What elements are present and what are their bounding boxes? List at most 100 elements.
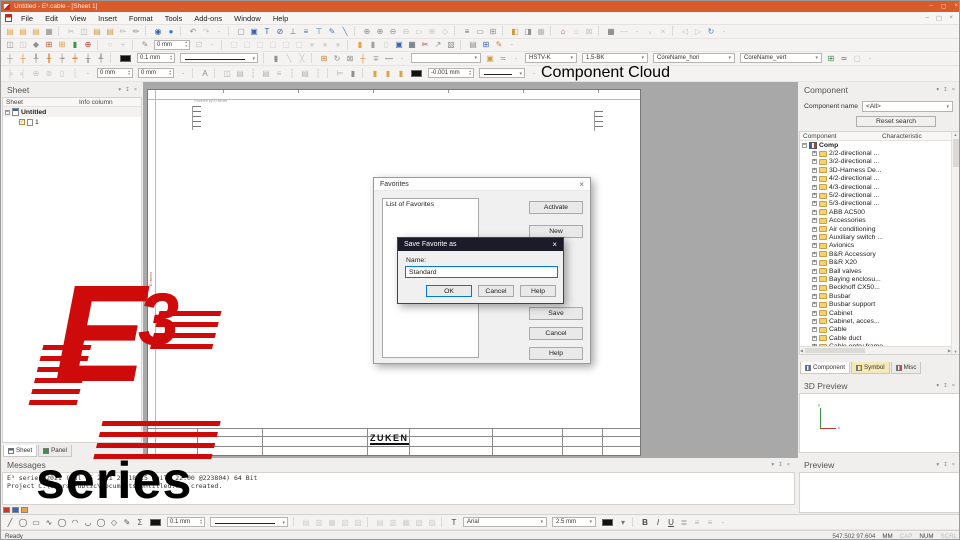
select-icon[interactable]: ▢: [235, 26, 247, 37]
box-dim-icon[interactable]: ▢: [851, 53, 863, 64]
line-style2-select[interactable]: [479, 68, 525, 78]
draw-polyline-icon[interactable]: Σ: [134, 517, 146, 528]
component-tree-item[interactable]: + Cable duct: [800, 334, 951, 342]
wire-type-select[interactable]: HSTV-K: [525, 53, 577, 64]
component-tree-item[interactable]: + Ball valves: [800, 267, 951, 275]
color-yellow-icon[interactable]: ▮: [354, 39, 366, 50]
table-icon[interactable]: ▦: [605, 26, 617, 37]
scroll-thumb[interactable]: [805, 348, 866, 353]
panel-control-icon[interactable]: ↧: [125, 87, 130, 93]
component-tree-item[interactable]: + Cabinet: [800, 309, 951, 317]
expander-icon[interactable]: +: [812, 268, 817, 274]
color-blue-icon[interactable]: ▣: [393, 39, 405, 50]
apply-icon[interactable]: ⊡: [193, 39, 205, 50]
grid-orange-icon[interactable]: ⊞: [318, 53, 330, 64]
component-tree-item[interactable]: + 5/2-directional ...: [800, 191, 951, 199]
dim-dot-a-icon[interactable]: ●: [306, 39, 318, 50]
subscript-icon[interactable]: ₓ: [644, 26, 656, 37]
expander-icon[interactable]: +: [812, 310, 817, 316]
distribute-icon[interactable]: ⊚: [43, 68, 55, 79]
expander-icon[interactable]: −: [5, 109, 10, 115]
line-color-swatch[interactable]: [120, 54, 131, 62]
toolbar-item[interactable]: [598, 26, 602, 37]
expander-icon[interactable]: +: [812, 234, 817, 240]
dim-c-icon[interactable]: ▦: [326, 517, 338, 528]
column-info[interactable]: Info column: [79, 99, 113, 106]
text-tool-icon[interactable]: T: [261, 26, 273, 37]
expander-icon[interactable]: +: [812, 302, 817, 308]
connect-g-icon[interactable]: ╁: [82, 53, 94, 64]
draw-line-icon[interactable]: ╱: [4, 517, 16, 528]
panel-control-icon[interactable]: ×: [952, 383, 955, 389]
connect-a-icon[interactable]: ┼: [4, 53, 16, 64]
component-tree-item[interactable]: + Busbar support: [800, 300, 951, 308]
mdi-control-button[interactable]: ×: [949, 14, 953, 22]
menu-item[interactable]: Insert: [92, 14, 123, 23]
panel-tab[interactable]: Panel: [38, 445, 72, 457]
status-toggle[interactable]: SCRL: [940, 533, 957, 540]
toolbar-item[interactable]: [58, 26, 62, 37]
empty-style-select[interactable]: [411, 53, 481, 64]
menu-item[interactable]: Edit: [39, 14, 64, 23]
dim-b-icon[interactable]: ▥: [313, 517, 325, 528]
menu-item[interactable]: View: [64, 14, 92, 23]
align-right-icon[interactable]: ╡: [17, 68, 29, 79]
toolbar-item[interactable]: [228, 26, 232, 37]
component-tree-item[interactable]: + Beckhoff CX50...: [800, 284, 951, 292]
menu-item[interactable]: Help: [267, 14, 294, 23]
component-tree-item[interactable]: + 3D-Harness De...: [800, 166, 951, 174]
zoom-prev-icon[interactable]: ⊖: [400, 26, 412, 37]
pair-b-icon[interactable]: ▤: [234, 68, 246, 79]
dim-f-icon[interactable]: ▤: [374, 517, 386, 528]
font-size-select[interactable]: 2.5 mm: [552, 517, 596, 527]
undo-icon[interactable]: ↶: [187, 26, 199, 37]
dot4-icon[interactable]: ·: [506, 39, 518, 50]
connector-symbol[interactable]: [192, 106, 201, 130]
reset-search-button[interactable]: Reset search: [856, 116, 936, 127]
zoom-in-icon[interactable]: ⊕: [361, 26, 373, 37]
sheet-tree-item[interactable]: ✓ 1: [3, 117, 141, 127]
dim-g-icon[interactable]: ▥: [387, 517, 399, 528]
toolbar-item[interactable]: [460, 39, 464, 50]
align-left-icon[interactable]: ╞: [4, 68, 16, 79]
toolbar-item[interactable]: [362, 68, 366, 78]
horizontal-scrollbar[interactable]: ◀ ▶: [800, 346, 951, 354]
cable-a-icon[interactable]: ▮: [369, 68, 381, 79]
window-control-button[interactable]: ▢: [941, 3, 947, 10]
layers-icon[interactable]: ≡: [461, 26, 473, 37]
toolbar-item[interactable]: [192, 68, 196, 78]
window-tile-icon[interactable]: ▦: [535, 26, 547, 37]
align-right-text-icon[interactable]: ≡: [704, 517, 716, 528]
vbars-icon[interactable]: ┆: [69, 68, 81, 79]
corename-vert-select[interactable]: CoreName_vert: [740, 53, 822, 64]
help-button[interactable]: Help: [520, 285, 556, 297]
expander-icon[interactable]: +: [812, 260, 817, 266]
win-b-icon[interactable]: ▢: [241, 39, 253, 50]
expander-icon[interactable]: +: [812, 251, 817, 257]
cable-c-icon[interactable]: ▮: [395, 68, 407, 79]
messages-tab-icon[interactable]: [3, 507, 10, 513]
window-cascade-icon[interactable]: ◨: [522, 26, 534, 37]
draw-ellipse-icon[interactable]: ◯: [56, 517, 68, 528]
draw-circle-icon[interactable]: ◯: [17, 517, 29, 528]
name-input[interactable]: Standard: [405, 266, 558, 278]
toolbar-item[interactable]: [502, 26, 506, 37]
dim-j-icon[interactable]: ▨: [426, 517, 438, 528]
toolbar-item[interactable]: [214, 68, 218, 78]
pair-a-icon[interactable]: ◫: [221, 68, 233, 79]
dash-icon[interactable]: —: [618, 26, 630, 37]
copy-sheet2-icon[interactable]: ◫: [17, 39, 29, 50]
pair-f-icon[interactable]: ┆: [286, 68, 298, 79]
slash-tool-icon[interactable]: ╲: [339, 26, 351, 37]
scroll-right-arrow[interactable]: ▶: [948, 348, 951, 353]
new-icon[interactable]: ▤: [4, 26, 16, 37]
align-center-text-icon[interactable]: ≡: [691, 517, 703, 528]
wire-spec-select[interactable]: 1.5-BK: [582, 53, 648, 64]
color-white-icon[interactable]: ▯: [380, 39, 392, 50]
cut-icon[interactable]: ✂: [65, 26, 77, 37]
scroll-down-arrow[interactable]: ▼: [954, 349, 958, 354]
toolbar-item[interactable]: [354, 26, 358, 37]
draw-pen-icon[interactable]: ✎: [121, 517, 133, 528]
component-tree-item[interactable]: + Cabinet, acces...: [800, 317, 951, 325]
panel-control-icon[interactable]: ▾: [771, 462, 774, 468]
